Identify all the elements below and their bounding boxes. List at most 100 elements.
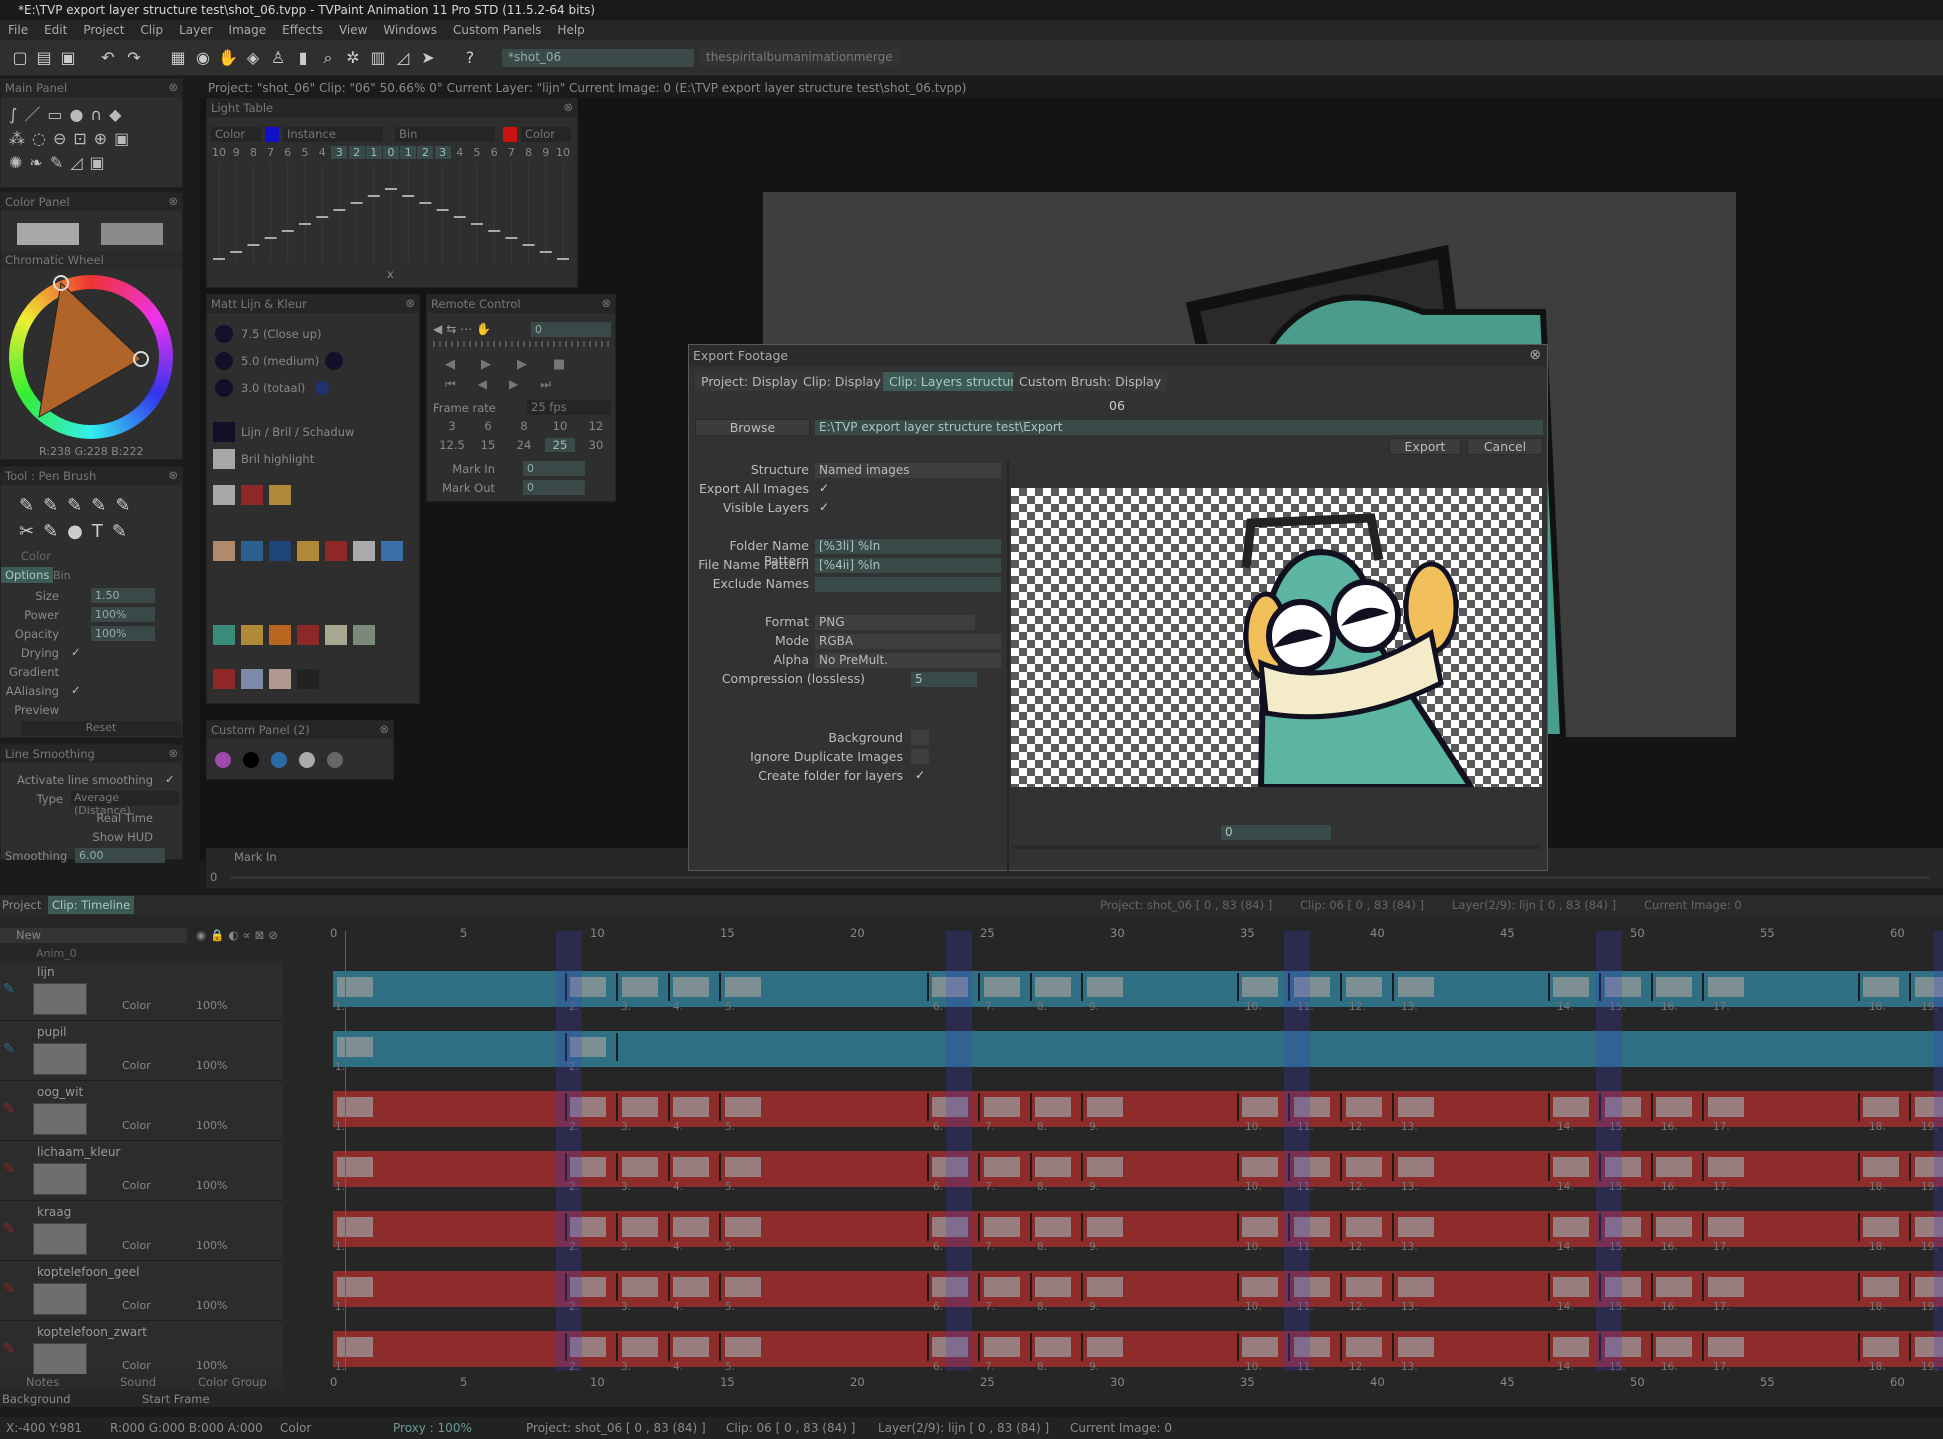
image-cell[interactable] [928,1273,980,1301]
tab-options[interactable]: Options [1,567,54,583]
reset-button[interactable]: Reset [21,721,181,736]
color-wheel-icon[interactable]: ◉ [193,48,213,68]
image-cell[interactable] [333,1213,567,1241]
custom-dot-1[interactable] [215,752,231,768]
layer-row[interactable]: pupil Color 100% ✎ [0,1021,283,1081]
opacity-field[interactable]: 100% [91,626,155,641]
new-layer-button[interactable]: New [0,928,187,943]
image-cell[interactable] [618,1093,670,1121]
close-icon[interactable]: ⊗ [168,746,178,760]
image-cell[interactable] [1342,1333,1394,1361]
menu-item-edit[interactable]: Edit [36,20,75,40]
menu-item-custom-panels[interactable]: Custom Panels [445,20,549,40]
palette-swatch[interactable] [269,541,291,561]
frame-rate-select[interactable]: 25 fps [527,400,611,415]
background-dropdown[interactable]: Background [2,1392,71,1406]
preview-scrubber[interactable] [1011,845,1542,849]
image-cell[interactable] [1911,1333,1943,1361]
image-cell[interactable] [721,1153,930,1181]
menu-item-effects[interactable]: Effects [274,20,331,40]
bin-dropdown[interactable]: Bin [395,127,495,142]
palette-swatch[interactable] [297,541,319,561]
layer-name[interactable]: pupil [37,1025,67,1039]
close-icon[interactable]: ⊗ [379,722,389,736]
tool-grid[interactable]: ∫／▭●∩◆ ⁂◌⊖⊡⊕▣ ✺❧✎◿▣ [9,103,179,175]
image-cell[interactable] [721,1273,930,1301]
structure-select[interactable]: Named images [815,463,1001,478]
layer-opacity[interactable]: 100% [196,1119,227,1132]
image-cell[interactable] [1652,973,1705,1001]
layer-track[interactable]: 1. 2. 3. 4. 5. 6. 7. 8. 9. 10. 11. 12. 13. 14. 15. 16. 1… [333,1091,1943,1133]
notes-tab[interactable]: Notes [26,1375,59,1389]
format-select[interactable]: PNG [815,615,975,630]
image-cell[interactable] [1238,1333,1291,1361]
color-highlight-swatch[interactable] [213,449,235,469]
image-cell[interactable] [928,1093,980,1121]
image-cell[interactable] [1238,1273,1291,1301]
markout-field[interactable]: 0 [523,480,585,495]
image-cell[interactable] [1601,1333,1653,1361]
layer-name[interactable]: lichaam_kleur [37,1145,120,1159]
layer-blend-mode[interactable]: Color [122,1059,151,1072]
visible-layers-checkbox[interactable]: ✓ [819,500,829,514]
image-cell[interactable] [1859,1213,1912,1241]
layer-row[interactable]: koptelefoon_geel Color 100% ✎ [0,1261,283,1321]
layer-row[interactable]: lijn Color 100% ✎ [0,961,283,1021]
layer-name[interactable]: lijn [37,965,55,979]
image-cell[interactable] [566,1213,618,1241]
fps-option[interactable]: 6 [473,419,503,433]
cancel-button[interactable]: Cancel [1467,438,1543,455]
image-cell[interactable] [721,1213,930,1241]
palette-swatch[interactable] [213,485,235,505]
export-path-field[interactable]: E:\TVP export layer structure test\Expor… [815,420,1543,435]
step-buttons[interactable]: ⏮◀▶⏭ [445,377,573,392]
image-cell[interactable] [333,1153,567,1181]
layer-edit-icon[interactable]: ✎ [3,1341,15,1357]
layer-name[interactable]: koptelefoon_geel [37,1265,140,1279]
image-cell[interactable] [1238,1213,1291,1241]
image-cell[interactable] [618,1153,670,1181]
layer-edit-icon[interactable]: ✎ [3,1041,15,1057]
color-dropdown-left[interactable]: Color [211,127,261,142]
color-swatch-before[interactable] [265,127,279,142]
remote-scrub[interactable] [433,341,611,347]
tab-project-timeline[interactable]: Project [2,898,41,912]
image-cell[interactable] [1859,1153,1912,1181]
image-cell[interactable] [1601,1093,1653,1121]
fps-option[interactable]: 15 [473,438,503,452]
layer-row[interactable]: oog_wit Color 100% ✎ [0,1081,283,1141]
image-cell[interactable] [669,1213,722,1241]
undo-icon[interactable]: ↶ [98,48,118,68]
tab-clip-layers-structure[interactable]: Clip: Layers structure [883,372,1029,391]
tab-clip-display[interactable]: Clip: Display [797,372,887,391]
close-icon[interactable]: ⊗ [405,296,415,310]
palette-swatch[interactable] [353,625,375,645]
primary-color-swatch[interactable] [17,223,79,245]
image-cell[interactable] [566,973,618,1001]
image-cell[interactable] [1290,1093,1343,1121]
layer-blend-mode[interactable]: Color [122,999,151,1012]
playhead[interactable] [345,931,346,1371]
mode-select[interactable]: RGBA [815,634,1001,649]
image-cell[interactable] [1394,973,1550,1001]
palette-swatch[interactable] [213,669,235,689]
size-closeup-label[interactable]: 7.5 (Close up) [241,327,322,341]
tab-project-display[interactable]: Project: Display [695,372,805,391]
search-icon[interactable]: ⌕ [318,48,338,68]
image-cell[interactable] [1549,1153,1601,1181]
new-file-icon[interactable]: ▢ [10,48,30,68]
image-cell[interactable] [928,1153,980,1181]
layer-opacity[interactable]: 100% [196,1059,227,1072]
image-cell[interactable] [566,1153,618,1181]
image-cell[interactable] [1704,1213,1861,1241]
image-cell[interactable] [980,1213,1032,1241]
image-cell[interactable] [1549,973,1601,1001]
image-cell[interactable] [566,1273,618,1301]
layer-edit-icon[interactable]: ✎ [3,1221,15,1237]
layer-blend-mode[interactable]: Color [122,1179,151,1192]
layer-name[interactable]: koptelefoon_zwart [37,1325,147,1339]
export-button[interactable]: Export [1389,438,1461,455]
image-cell[interactable] [1911,1153,1943,1181]
open-file-icon[interactable]: ▤ [34,48,54,68]
custom-dot-3[interactable] [271,752,287,768]
